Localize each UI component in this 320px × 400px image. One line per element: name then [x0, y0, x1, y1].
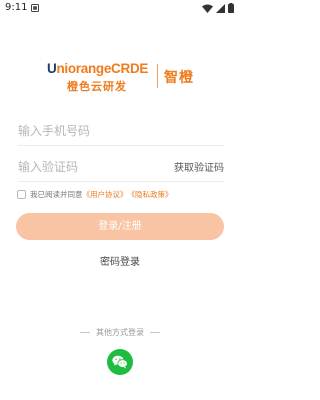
- logo-divider: [157, 64, 158, 88]
- notification-icon: [31, 4, 39, 12]
- agreement-text: 我已阅读并同意: [30, 189, 83, 199]
- signal-icon: [216, 3, 225, 13]
- agreement-row: 我已阅读并同意 《用户协议》 《隐私政策》: [17, 188, 173, 200]
- logo-sub-text: 橙色云研发: [67, 80, 127, 93]
- logo-cn-text: 智橙: [164, 70, 194, 86]
- logo-brand-text: UniorangeCRDE: [47, 61, 148, 77]
- divider-left: [80, 332, 90, 333]
- logo-brand-rest: niorangeCRDE: [56, 61, 149, 76]
- code-field: 获取验证码: [18, 152, 224, 182]
- divider-right: [150, 332, 160, 333]
- phone-field: [18, 116, 224, 146]
- privacy-policy-link[interactable]: 《隐私政策》: [128, 189, 173, 200]
- login-register-button[interactable]: 登录/注册: [16, 213, 224, 240]
- wechat-icon: [112, 355, 128, 369]
- battery-icon: [228, 3, 234, 13]
- password-login-link[interactable]: 密码登录: [0, 253, 240, 268]
- wifi-icon: [202, 4, 213, 13]
- wechat-login-button[interactable]: [107, 349, 133, 375]
- phone-input[interactable]: [18, 121, 168, 141]
- app-logo: UniorangeCRDE 橙色云研发 智橙: [47, 61, 197, 93]
- status-time: 9:11: [5, 2, 28, 13]
- verification-code-input[interactable]: [18, 157, 168, 177]
- agreement-checkbox[interactable]: [17, 189, 26, 199]
- other-login-title: 其他方式登录: [0, 327, 240, 338]
- other-login-label: 其他方式登录: [96, 328, 144, 337]
- status-bar: 9:11: [0, 0, 240, 18]
- user-agreement-link[interactable]: 《用户协议》: [83, 189, 128, 200]
- get-code-button[interactable]: 获取验证码: [174, 159, 224, 174]
- status-icons: [202, 3, 234, 13]
